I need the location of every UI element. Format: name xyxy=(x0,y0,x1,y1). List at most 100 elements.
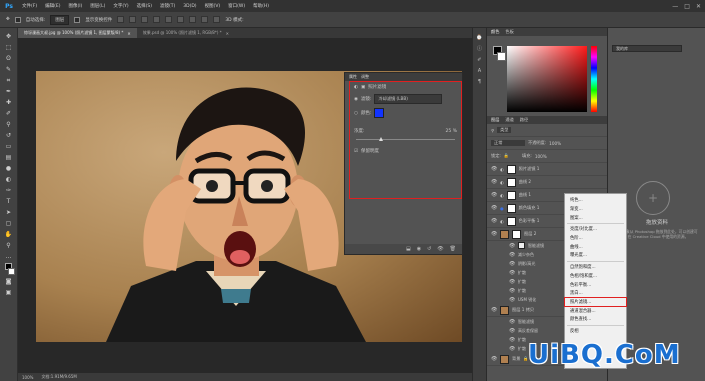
menu-layer[interactable]: 图层(L) xyxy=(86,3,109,9)
minimize-icon[interactable]: — xyxy=(672,3,678,10)
visibility-icon[interactable]: 👁 xyxy=(491,166,497,172)
menu-3d[interactable]: 3D(D) xyxy=(179,4,200,9)
view-previous-icon[interactable]: ◉ xyxy=(417,246,421,252)
filter-color-swatch[interactable] xyxy=(374,108,385,118)
visibility-icon[interactable]: 👁 xyxy=(509,297,515,303)
visibility-icon[interactable]: 👁 xyxy=(509,328,515,334)
density-slider-thumb[interactable] xyxy=(378,137,383,141)
gradient-tool-icon[interactable]: ▤ xyxy=(3,153,15,162)
preserve-checkbox[interactable]: ☑ xyxy=(354,149,358,154)
menu-item-hue-saturation[interactable]: 色相/饱和度... xyxy=(565,272,626,281)
tab-color[interactable]: 颜色 xyxy=(491,29,499,35)
tab-swatches[interactable]: 色板 xyxy=(505,29,513,35)
visibility-icon[interactable]: 👁 xyxy=(491,231,497,237)
menu-item-pattern[interactable]: 图案... xyxy=(565,213,626,222)
move-tool-icon[interactable]: ✥ xyxy=(6,17,10,22)
history-brush-tool-icon[interactable]: ↺ xyxy=(3,131,15,140)
visibility-icon[interactable]: 👁 xyxy=(509,252,515,258)
distribute-icon[interactable] xyxy=(189,16,197,23)
menu-item-exposure[interactable]: 曝光度... xyxy=(565,251,626,260)
hue-slider[interactable] xyxy=(591,46,597,112)
healing-tool-icon[interactable]: ✚ xyxy=(3,98,15,107)
layer-mask-thumb[interactable] xyxy=(506,216,516,226)
align-top-icon[interactable] xyxy=(153,16,161,23)
lock-icon[interactable]: 🔒 xyxy=(504,153,509,159)
pen-tool-icon[interactable]: ✑ xyxy=(3,186,15,195)
close-icon[interactable]: ✕ xyxy=(127,31,130,36)
tab-channels[interactable]: 通道 xyxy=(505,117,513,123)
eyedropper-tool-icon[interactable]: ✒ xyxy=(3,87,15,96)
dodge-tool-icon[interactable]: ◐ xyxy=(3,175,15,184)
layer-mask-thumb[interactable] xyxy=(512,229,521,239)
menu-select[interactable]: 选择(S) xyxy=(133,3,156,9)
quick-select-tool-icon[interactable]: ✎ xyxy=(3,65,15,74)
layer-kind-dropdown[interactable]: 类型 xyxy=(497,127,512,133)
align-middle-icon[interactable] xyxy=(165,16,173,23)
menu-type[interactable]: 文字(Y) xyxy=(109,3,132,9)
menu-item-curves[interactable]: 曲线... xyxy=(565,242,626,251)
menu-image[interactable]: 图像(I) xyxy=(64,3,86,9)
tab-adjustments[interactable]: 调整 xyxy=(361,74,369,80)
fill-value[interactable]: 100% xyxy=(535,154,547,159)
distribute-v-icon[interactable] xyxy=(213,16,221,23)
menu-item-invert[interactable]: 反相 xyxy=(565,327,626,336)
trash-icon[interactable]: 🗑 xyxy=(450,246,456,252)
menu-edit[interactable]: 编辑(E) xyxy=(41,3,64,9)
visibility-icon[interactable]: 👁 xyxy=(491,356,497,362)
menu-item-channel-mixer[interactable]: 通道混合器... xyxy=(565,306,626,315)
layer-mask-thumb[interactable] xyxy=(506,203,516,213)
auto-select-checkbox[interactable] xyxy=(14,16,21,23)
visibility-icon[interactable]: 👁 xyxy=(509,319,515,325)
visibility-icon[interactable]: 👁 xyxy=(509,337,515,343)
color-panel-background[interactable] xyxy=(497,52,506,61)
info-icon[interactable]: ⓘ xyxy=(476,45,484,52)
align-left-icon[interactable] xyxy=(117,16,125,23)
history-icon[interactable]: ⌚ xyxy=(476,34,484,41)
tab-paths[interactable]: 路径 xyxy=(520,117,528,123)
blur-tool-icon[interactable]: ● xyxy=(3,164,15,173)
clip-icon[interactable]: ⬓ xyxy=(406,246,411,252)
filter-dropdown[interactable]: 冷却滤镜 (LBB) xyxy=(374,94,443,104)
visibility-icon[interactable]: 👁 xyxy=(491,192,497,198)
menu-file[interactable]: 文件(F) xyxy=(18,3,41,9)
paragraph-icon[interactable]: ¶ xyxy=(476,78,484,85)
layer-row[interactable]: 👁 ◐ 曲线 2 xyxy=(487,176,608,189)
stamp-tool-icon[interactable]: ⚲ xyxy=(3,120,15,129)
visibility-icon[interactable]: 👁 xyxy=(491,179,497,185)
path-select-tool-icon[interactable]: ➤ xyxy=(3,208,15,217)
opacity-value[interactable]: 100% xyxy=(549,141,561,146)
menu-item-solid-color[interactable]: 纯色... xyxy=(565,196,626,205)
eraser-tool-icon[interactable]: ▭ xyxy=(3,142,15,151)
maximize-icon[interactable]: □ xyxy=(684,3,690,10)
filter-radio[interactable]: ◉ xyxy=(354,97,358,102)
close-icon[interactable]: ✕ xyxy=(226,31,229,36)
align-bottom-icon[interactable] xyxy=(177,16,185,23)
menu-item-vibrance[interactable]: 自然饱和度... xyxy=(565,263,626,272)
layer-mask-thumb[interactable] xyxy=(506,164,516,174)
visibility-icon[interactable]: 👁 xyxy=(509,279,515,285)
align-center-icon[interactable] xyxy=(129,16,137,23)
library-dropdown[interactable]: 我的库 xyxy=(612,45,682,52)
lasso-tool-icon[interactable]: ʘ xyxy=(3,54,15,63)
visibility-icon[interactable]: 👁 xyxy=(509,270,515,276)
zoom-tool-icon[interactable]: ⚲ xyxy=(3,241,15,250)
crop-tool-icon[interactable]: ⌗ xyxy=(3,76,15,85)
more-tools-icon[interactable]: … xyxy=(3,252,15,261)
menu-item-color-lookup[interactable]: 颜色查找... xyxy=(565,315,626,324)
brush-tool-icon[interactable]: ✐ xyxy=(3,109,15,118)
visibility-icon[interactable]: 👁 xyxy=(437,246,443,252)
character-icon[interactable]: A xyxy=(476,67,484,74)
hand-tool-icon[interactable]: ✋ xyxy=(3,230,15,239)
visibility-icon[interactable]: 👁 xyxy=(491,307,497,313)
visibility-icon[interactable]: 👁 xyxy=(491,218,497,224)
menu-view[interactable]: 视图(V) xyxy=(201,3,225,9)
reset-icon[interactable]: ↺ xyxy=(427,246,431,252)
visibility-icon[interactable]: 👁 xyxy=(491,205,497,211)
screen-mode-icon[interactable]: ▣ xyxy=(3,288,15,297)
menu-help[interactable]: 帮助(H) xyxy=(249,3,273,9)
brush-preset-icon[interactable]: ✐ xyxy=(476,56,484,63)
menu-item-black-white[interactable]: 黑白... xyxy=(565,289,626,298)
menu-window[interactable]: 窗口(W) xyxy=(224,3,249,9)
density-value[interactable]: 25 xyxy=(446,129,452,134)
shape-tool-icon[interactable]: ▢ xyxy=(3,219,15,228)
